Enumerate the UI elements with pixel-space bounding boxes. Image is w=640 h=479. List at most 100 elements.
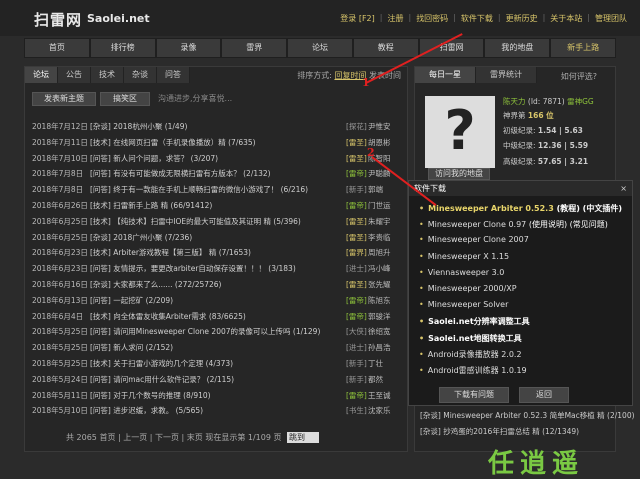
sidebar-thread-2[interactable]: [杂谈] 抄鸡蛋的2016年扫雷总结 精 (12/1349) <box>420 426 579 437</box>
admin-team-link[interactable]: 管理团队 <box>590 13 632 24</box>
download-item[interactable]: • Minesweeper Arbiter 0.52.3 (教程) (中文插件) <box>419 203 622 214</box>
download-item[interactable]: • Minesweeper Clone 2007 <box>419 235 529 244</box>
row-author[interactable]: 都然 <box>368 373 383 387</box>
download-item-name[interactable]: Saolei.net分辨率调整工具 <box>428 317 530 326</box>
row-author[interactable]: 李贵临 <box>368 231 391 245</box>
row-author[interactable]: 尹惟安 <box>368 120 391 134</box>
visit-my-space-button[interactable]: 访问我的地盘 <box>428 168 490 180</box>
download-item[interactable]: • Android录像播放器 2.0.2 <box>419 349 522 360</box>
table-row[interactable]: 2018年6月16日 [杂谈] 大家都来了么...... (272/25726) [… <box>32 278 392 292</box>
nav-newbie[interactable]: 新手上路 <box>550 38 617 58</box>
row-title[interactable]: [问答] 对于几个数号的推理 (8/910) <box>90 389 340 403</box>
how-selected-link[interactable]: 如何评选? <box>561 71 597 82</box>
row-title[interactable]: [问答] 请问用Minesweeper Clone 2007的录像可以上传吗 (… <box>90 325 340 339</box>
nav-tutorial[interactable]: 教程 <box>352 38 419 58</box>
row-author[interactable]: 徐绍宽 <box>368 325 391 339</box>
download-item[interactable]: • Minesweeper 2000/XP <box>419 284 517 293</box>
row-title[interactable]: [技术] Arbiter游戏教程【第三版】 精 (7/1653) <box>90 246 340 260</box>
download-item-name[interactable]: Viennasweeper 3.0 <box>428 268 505 277</box>
table-row[interactable]: 2018年6月4日 [技术] 向全体雷友收集Arbiter需求 (83/6625)… <box>32 310 392 324</box>
row-author[interactable]: 门世运 <box>368 199 391 213</box>
row-author[interactable]: 王至诚 <box>368 389 391 403</box>
download-item[interactable]: • Saolei.net地图转换工具 <box>419 333 522 344</box>
download-item-name[interactable]: Minesweeper X 1.15 <box>428 252 509 261</box>
download-item[interactable]: • Android雷感训练器 1.0.19 <box>419 365 527 376</box>
download-item[interactable]: • Minesweeper Solver <box>419 300 508 309</box>
row-title[interactable]: [技术] 在线网页扫雷（手机录像播放）精 (7/635) <box>90 136 340 150</box>
row-title[interactable]: [技术] 向全体雷友收集Arbiter需求 (83/6625) <box>90 310 340 324</box>
tab-misc[interactable]: 杂谈 <box>124 67 157 83</box>
nav-home[interactable]: 首页 <box>24 38 90 58</box>
tab-daily-star[interactable]: 每日一星 <box>415 67 476 83</box>
download-item-name[interactable]: Minesweeper 2000/XP <box>428 284 517 293</box>
close-icon[interactable]: × <box>620 181 627 196</box>
table-row[interactable]: 2018年7月10日 [问答] 新人问个问题，求答？ (3/207) [雷圣] 陈智阳 <box>32 152 392 166</box>
download-item-name[interactable]: Minesweeper Clone 2007 <box>428 235 529 244</box>
tab-minefield-stats[interactable]: 雷界统计 <box>476 67 537 83</box>
row-author[interactable]: 冯小峰 <box>368 262 391 276</box>
row-author[interactable]: 郭骏洋 <box>368 310 391 324</box>
download-item[interactable]: • Minesweeper X 1.15 <box>419 252 509 261</box>
pager-text[interactable]: 共 2065 首页 | 上一页 | 下一页 | 末页 现在显示第 1/109 页 <box>66 433 281 442</box>
site-logo[interactable]: 扫雷网 <box>34 9 82 30</box>
row-title[interactable]: [技术] 关于扫雷小游戏的几个定理 (4/373) <box>90 357 340 371</box>
row-title[interactable]: [问答] 请问mac用什么软件记录？ (2/115) <box>90 373 340 387</box>
table-row[interactable]: 2018年6月25日 [杂谈] 2018广州小聚 (7/236) [雷圣] 李贵临 <box>32 231 392 245</box>
tab-qa[interactable]: 问答 <box>157 67 190 83</box>
about-link[interactable]: 关于本站 <box>545 13 587 24</box>
row-author[interactable]: 朱耀宇 <box>368 215 391 229</box>
row-author[interactable]: 丁壮 <box>368 357 383 371</box>
download-item-name[interactable]: Saolei.net地图转换工具 <box>428 334 522 343</box>
row-title[interactable]: [技术] 扫雷新手上路 精 (66/91412) <box>90 199 340 213</box>
row-title[interactable]: [问答] 友情提示，要更改arbiter自动保存设置！！！ (3/183) <box>90 262 340 276</box>
download-item-name[interactable]: Minesweeper Solver <box>428 300 509 309</box>
site-logo-sub[interactable]: Saolei.net <box>87 12 150 25</box>
row-title[interactable]: [问答] 终于有一款能在手机上顺畅扫雷的微信小游戏了！ (6/216) <box>90 183 340 197</box>
table-row[interactable]: 2018年7月11日 [技术] 在线网页扫雷（手机录像播放）精 (7/635) [雷… <box>32 136 392 150</box>
table-row[interactable]: 2018年7月8日 [问答] 有没有可能做成无限横扫雷有方版本？ (2/132) [… <box>32 167 392 181</box>
table-row[interactable]: 2018年7月12日 [杂谈] 2018杭州小聚 (1/49) [探花] 尹惟安 <box>32 120 392 134</box>
register-link[interactable]: 注册 <box>382 13 408 24</box>
table-row[interactable]: 2018年5月25日 [技术] 关于扫雷小游戏的几个定理 (4/373) [新手] 丁… <box>32 357 392 371</box>
row-title[interactable]: [问答] 新人求问 (2/152) <box>90 341 340 355</box>
software-download-link[interactable]: 软件下载 <box>456 13 498 24</box>
table-row[interactable]: 2018年5月24日 [问答] 请问mac用什么软件记录？ (2/115) [新手]… <box>32 373 392 387</box>
recover-password-link[interactable]: 找回密码 <box>411 13 453 24</box>
row-author[interactable]: 张先耀 <box>368 278 391 292</box>
row-title[interactable]: [问答] 新人问个问题，求答？ (3/207) <box>90 152 340 166</box>
row-author[interactable]: 孙昌浩 <box>368 341 391 355</box>
download-item[interactable]: • Minesweeper Clone 0.97 (使用说明) (常见问题) <box>419 219 608 230</box>
table-row[interactable]: 2018年5月10日 [问答] 进步迟缓，求教。 (5/565) [书生] 沈家乐 <box>32 404 392 418</box>
page-jump-select[interactable]: 跳到 <box>287 432 320 443</box>
nav-forum[interactable]: 论坛 <box>287 38 353 58</box>
back-button[interactable]: 返回 <box>519 387 569 403</box>
post-input[interactable]: 沟通进步,分享喜悦... <box>158 93 388 106</box>
sidebar-thread-1[interactable]: [杂谈] Minesweeper Arbiter 0.52.3 简单Mac移植 … <box>420 410 635 421</box>
download-item-note[interactable]: (使用说明) (常见问题) <box>529 220 608 229</box>
table-row[interactable]: 2018年7月8日 [问答] 终于有一款能在手机上顺畅扫雷的微信小游戏了！ (6/… <box>32 183 392 197</box>
update-history-link[interactable]: 更新历史 <box>501 13 543 24</box>
nav-videos[interactable]: 录像 <box>155 38 222 58</box>
table-row[interactable]: 2018年5月25日 [问答] 请问用Minesweeper Clone 2007… <box>32 325 392 339</box>
row-title[interactable]: [问答] 有没有可能做成无限横扫雷有方版本？ (2/132) <box>90 167 340 181</box>
table-row[interactable]: 2018年5月11日 [问答] 对于几个数号的推理 (8/910) [雷帝] 王至诚 <box>32 389 392 403</box>
tab-announcement[interactable]: 公告 <box>58 67 91 83</box>
table-row[interactable]: 2018年5月25日 [问答] 新人求问 (2/152) [进士] 孙昌浩 <box>32 341 392 355</box>
nav-my-space[interactable]: 我的地盘 <box>484 38 551 58</box>
table-row[interactable]: 2018年6月23日 [问答] 友情提示，要更改arbiter自动保存设置！！！ … <box>32 262 392 276</box>
row-title[interactable]: [技术] 【纯技术】扫雷中IOE的最大可能值及其证明 精 (5/396) <box>90 215 340 229</box>
download-item[interactable]: • Saolei.net分辨率调整工具 <box>419 316 530 327</box>
table-row[interactable]: 2018年6月26日 [技术] 扫雷新手上路 精 (66/91412) [雷帝] 门世… <box>32 199 392 213</box>
download-item-name[interactable]: Android录像播放器 2.0.2 <box>428 350 522 359</box>
download-item-name[interactable]: Minesweeper Arbiter 0.52.3 <box>428 204 554 213</box>
row-author[interactable]: 沈家乐 <box>368 404 391 418</box>
table-row[interactable]: 2018年6月13日 [问答] 一起挖矿 (2/209) [雷帝] 陈旭东 <box>32 294 392 308</box>
row-title[interactable]: [问答] 进步迟缓，求教。 (5/565) <box>90 404 340 418</box>
fun-zone-button[interactable]: 搞笑区 <box>100 92 150 106</box>
row-author[interactable]: 郭端 <box>368 183 383 197</box>
download-item-name[interactable]: Android雷感训练器 1.0.19 <box>428 366 527 375</box>
row-author[interactable]: 周旭升 <box>368 246 391 260</box>
row-title[interactable]: [杂谈] 2018杭州小聚 (1/49) <box>90 120 340 134</box>
nav-saolei[interactable]: 扫雷网 <box>418 38 485 58</box>
nav-ranking[interactable]: 排行榜 <box>89 38 156 58</box>
